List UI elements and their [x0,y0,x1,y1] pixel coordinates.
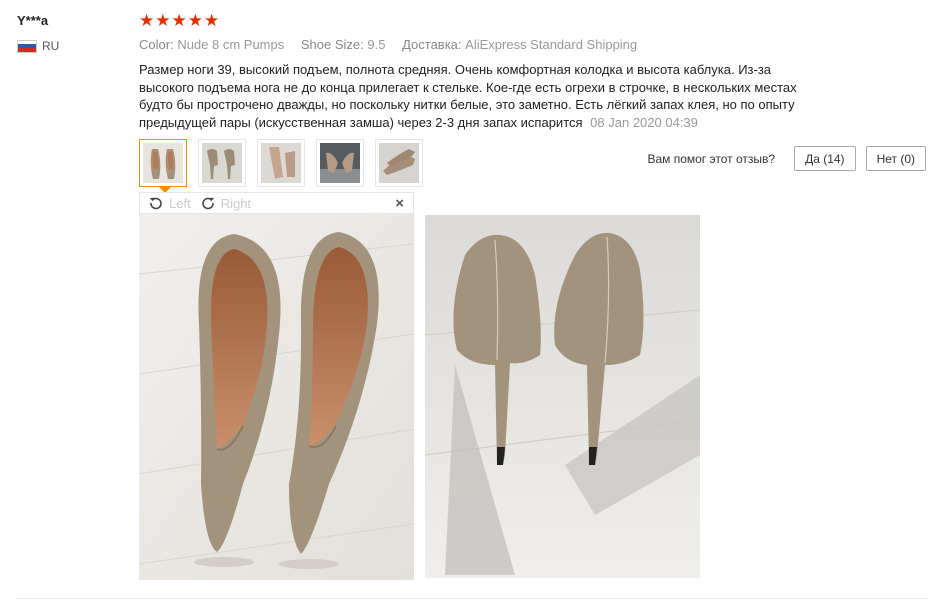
review-date: 08 Jan 2020 04:39 [590,114,698,130]
photo-thumbnail[interactable] [139,139,187,193]
helpful-yes-button[interactable]: Да (14) [794,146,856,171]
shoes-heel-view-image [425,215,700,578]
shoe-photo-thumbnail-image [202,143,242,183]
close-icon[interactable]: × [395,195,404,212]
shoe-photo-thumbnail-image [320,143,360,183]
photo-viewer-toolbar: Left Right × [139,192,414,214]
shoes-top-view-image [139,214,414,580]
review-photo-top-view [139,214,414,580]
helpful-question: Вам помог этот отзыв? [647,151,776,166]
order-attributes: Color: Nude 8 cm Pumps Shoe Size: 9.5 До… [139,37,650,52]
rotate-left-control[interactable]: Left [149,196,191,211]
country-code: RU [42,39,60,53]
photo-thumbnail[interactable] [198,139,246,187]
rotate-left-label: Left [169,195,191,211]
attr-shipping-key: Доставка: [402,37,462,52]
shoe-photo-thumbnail-image [143,143,183,183]
shoe-photo-thumbnail-image [261,143,301,183]
reviewer-name: Y***a [17,13,49,28]
rotate-right-label: Right [220,195,252,211]
attr-shipping-value: AliExpress Standard Shipping [465,37,638,52]
photo-thumbnail[interactable] [257,139,305,187]
rotate-right-control[interactable]: Right [201,196,251,211]
rotate-right-icon [201,197,214,210]
review-divider [17,598,927,599]
review-body: Размер ноги 39, высокий подъем, полнота … [139,61,819,131]
review-text: Размер ноги 39, высокий подъем, полнота … [139,62,797,130]
attr-shipping: Доставка: AliExpress Standard Shipping [402,37,637,52]
reviewer-country: RU [17,39,59,53]
photo-thumbnail[interactable] [375,139,423,187]
russia-flag-icon [17,39,37,53]
shoe-photo-thumbnail-image [379,143,419,183]
photo-thumbnails [139,139,423,193]
rating-stars: ★★★★★ [139,11,221,30]
attr-color-value: Nude 8 cm Pumps [177,37,285,52]
attr-size-value: 9.5 [367,37,386,52]
attr-color: Color: Nude 8 cm Pumps [139,37,288,52]
helpful-no-button[interactable]: Нет (0) [865,146,926,171]
helpful-vote: Вам помог этот отзыв? Да (14) Нет (0) [647,146,926,171]
attr-size-key: Shoe Size: [300,37,364,52]
review-photo-heel-view [425,215,700,578]
rotate-left-icon [149,197,162,210]
attr-size: Shoe Size: 9.5 [301,37,389,52]
attr-color-key: Color: [139,37,174,52]
photo-thumbnail[interactable] [316,139,364,187]
